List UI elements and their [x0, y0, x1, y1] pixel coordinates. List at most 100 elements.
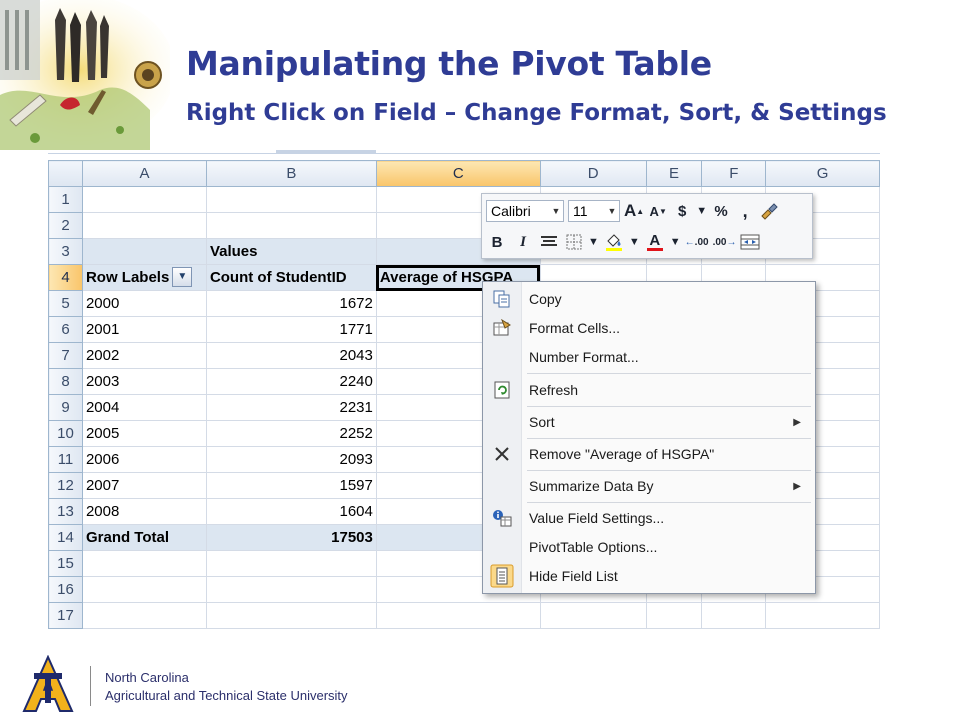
- cell[interactable]: [205, 212, 377, 239]
- count-cell[interactable]: 1771: [205, 316, 377, 343]
- cell[interactable]: [81, 602, 207, 629]
- row-header[interactable]: 15: [48, 550, 83, 577]
- row-label-cell[interactable]: 2000: [81, 290, 207, 317]
- menu-item-summarize-data-by[interactable]: Summarize Data By ▶: [483, 472, 815, 500]
- menu-item-hide-field-list[interactable]: Hide Field List: [483, 562, 815, 590]
- count-cell[interactable]: 1597: [205, 472, 377, 499]
- cell[interactable]: [205, 602, 377, 629]
- menu-item-sort[interactable]: Sort ▶: [483, 408, 815, 436]
- chevron-down-icon[interactable]: ▼: [696, 200, 707, 222]
- merge-center-button[interactable]: [740, 231, 760, 253]
- pivot-values-label[interactable]: Values: [205, 238, 377, 265]
- cell[interactable]: [205, 186, 377, 213]
- menu-item-value-field-settings[interactable]: Value Field Settings...: [483, 504, 815, 532]
- grand-total-label[interactable]: Grand Total: [81, 524, 207, 551]
- chevron-down-icon[interactable]: ▼: [629, 231, 640, 253]
- row-label-cell[interactable]: 2002: [81, 342, 207, 369]
- chevron-down-icon[interactable]: ▼: [549, 206, 563, 216]
- row-header[interactable]: 11: [48, 446, 83, 473]
- chevron-down-icon[interactable]: ▼: [670, 231, 681, 253]
- column-header-a[interactable]: A: [81, 160, 207, 187]
- count-cell[interactable]: 2231: [205, 394, 377, 421]
- row-header[interactable]: 9: [48, 394, 83, 421]
- count-cell[interactable]: 1604: [205, 498, 377, 525]
- row-header[interactable]: 16: [48, 576, 83, 603]
- row-label-cell[interactable]: 2004: [81, 394, 207, 421]
- align-center-button[interactable]: [538, 231, 560, 253]
- font-color-button[interactable]: A: [644, 231, 666, 253]
- cell[interactable]: [205, 576, 377, 603]
- row-header[interactable]: 5: [48, 290, 83, 317]
- column-header-e[interactable]: E: [645, 160, 703, 187]
- count-cell[interactable]: 2093: [205, 446, 377, 473]
- font-name-combo[interactable]: Calibri ▼: [486, 200, 564, 222]
- row-label-cell[interactable]: 2003: [81, 368, 207, 395]
- row-header[interactable]: 14: [48, 524, 83, 551]
- column-header-c[interactable]: C: [375, 160, 541, 187]
- increase-decimal-button[interactable]: ← .00: [685, 231, 709, 253]
- cell[interactable]: [205, 550, 377, 577]
- cell[interactable]: [539, 602, 647, 629]
- cell[interactable]: [81, 576, 207, 603]
- cell[interactable]: [81, 212, 207, 239]
- column-header-g[interactable]: G: [765, 160, 880, 187]
- cell[interactable]: [81, 238, 207, 265]
- row-header[interactable]: 10: [48, 420, 83, 447]
- row-label-cell[interactable]: 2006: [81, 446, 207, 473]
- row-labels-text: Row Labels: [85, 268, 170, 286]
- row-header[interactable]: 8: [48, 368, 83, 395]
- count-cell[interactable]: 2240: [205, 368, 377, 395]
- menu-item-pivottable-options[interactable]: PivotTable Options...: [483, 533, 815, 561]
- grow-font-button[interactable]: A ▲: [624, 200, 644, 222]
- row-label-cell[interactable]: 2007: [81, 472, 207, 499]
- row-label-cell[interactable]: 2008: [81, 498, 207, 525]
- count-cell[interactable]: 2043: [205, 342, 377, 369]
- row-header[interactable]: 13: [48, 498, 83, 525]
- decrease-decimal-button[interactable]: .00 →: [713, 231, 737, 253]
- count-studentid-header[interactable]: Count of StudentID: [205, 264, 377, 291]
- row-labels-header[interactable]: Row Labels ▼: [81, 264, 207, 291]
- menu-item-remove-field[interactable]: Remove "Average of HSGPA": [483, 440, 815, 468]
- fill-color-button[interactable]: [603, 231, 625, 253]
- format-painter-button[interactable]: [759, 200, 779, 222]
- menu-item-format-cells[interactable]: Format Cells...: [483, 314, 815, 342]
- menu-item-number-format[interactable]: Number Format...: [483, 343, 815, 371]
- count-cell[interactable]: 1672: [205, 290, 377, 317]
- cell[interactable]: [701, 602, 767, 629]
- italic-button[interactable]: I: [512, 231, 534, 253]
- menu-item-refresh[interactable]: Refresh: [483, 376, 815, 404]
- row-header[interactable]: 6: [48, 316, 83, 343]
- row-label-cell[interactable]: 2001: [81, 316, 207, 343]
- cell[interactable]: [375, 602, 541, 629]
- cell[interactable]: [81, 550, 207, 577]
- grand-total-count[interactable]: 17503: [205, 524, 377, 551]
- row-header[interactable]: 17: [48, 602, 83, 629]
- filter-dropdown-button[interactable]: ▼: [172, 266, 193, 287]
- cell[interactable]: [645, 602, 703, 629]
- shrink-font-button[interactable]: A ▼: [648, 200, 668, 222]
- currency-button[interactable]: $: [672, 200, 692, 222]
- borders-button[interactable]: [564, 231, 584, 253]
- column-header-d[interactable]: D: [539, 160, 647, 187]
- cell[interactable]: [765, 602, 880, 629]
- refresh-icon: [483, 376, 521, 404]
- row-header[interactable]: 1: [48, 186, 83, 213]
- row-header[interactable]: 2: [48, 212, 83, 239]
- font-size-combo[interactable]: 11 ▼: [568, 200, 620, 222]
- percent-button[interactable]: %: [711, 200, 731, 222]
- row-header[interactable]: 3: [48, 238, 83, 265]
- row-label-cell[interactable]: 2005: [81, 420, 207, 447]
- menu-item-copy[interactable]: Copy: [483, 285, 815, 313]
- bold-button[interactable]: B: [486, 231, 508, 253]
- column-header-f[interactable]: F: [701, 160, 767, 187]
- chevron-down-icon[interactable]: ▼: [588, 231, 599, 253]
- row-header[interactable]: 12: [48, 472, 83, 499]
- column-header-b[interactable]: B: [205, 160, 377, 187]
- select-all-corner[interactable]: [48, 160, 83, 187]
- cell[interactable]: [81, 186, 207, 213]
- row-header[interactable]: 4: [48, 264, 83, 291]
- row-header[interactable]: 7: [48, 342, 83, 369]
- chevron-down-icon[interactable]: ▼: [605, 206, 619, 216]
- comma-style-button[interactable]: ,: [735, 200, 755, 222]
- count-cell[interactable]: 2252: [205, 420, 377, 447]
